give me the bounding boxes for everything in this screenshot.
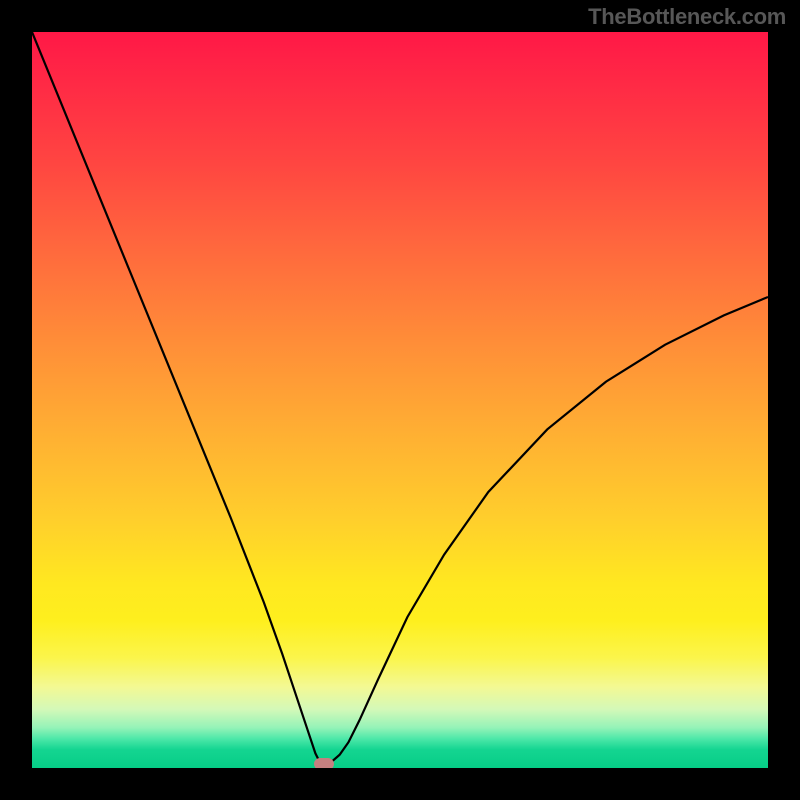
minimum-marker bbox=[314, 758, 334, 768]
watermark-text: TheBottleneck.com bbox=[588, 4, 786, 30]
bottleneck-curve bbox=[32, 32, 768, 768]
chart-container: TheBottleneck.com bbox=[0, 0, 800, 800]
plot-area bbox=[32, 32, 768, 768]
